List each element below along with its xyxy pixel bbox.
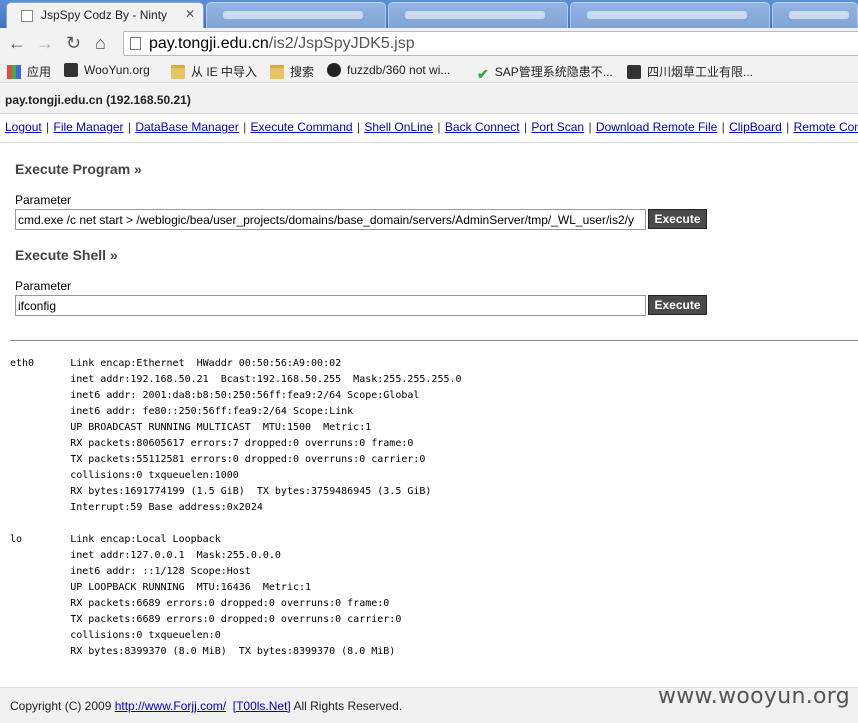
tab-active[interactable]: JspSpy Codz By - Ninty ✕ (6, 2, 204, 28)
wooyun-icon (64, 63, 78, 77)
execute-shell-title: Execute Shell » (15, 247, 118, 263)
forjj-link[interactable]: http://www.Forjj.com/ (115, 699, 226, 713)
t00ls-link[interactable]: [T00ls.Net] (233, 699, 291, 713)
tab-background[interactable] (206, 2, 386, 28)
host-bar: pay.tongji.edu.cn (192.168.50.21) (0, 84, 858, 114)
divider (0, 142, 858, 143)
bookmark-sap[interactable]: ✔ SAP管理系统隐患不... (477, 63, 613, 82)
menu-port-scan[interactable]: Port Scan (531, 120, 584, 134)
bookmark-apps[interactable]: 应用 (7, 63, 51, 80)
menu-clipboard[interactable]: ClipBoard (729, 120, 782, 134)
copyright-text: Copyright (C) 2009 http://www.Forjj.com/… (10, 699, 403, 713)
top-menu: Logout | File Manager | DataBase Manager… (5, 120, 858, 134)
apps-grid-icon (7, 65, 21, 79)
command-output: eth0 Link encap:Ethernet HWaddr 00:50:56… (10, 358, 462, 657)
browser-toolbar: ← → ↻ ⌂ pay.tongji.edu.cn/is2/JspSpyJDK5… (0, 28, 858, 59)
menu-file-manager[interactable]: File Manager (54, 120, 124, 134)
menu-database-manager[interactable]: DataBase Manager (135, 120, 238, 134)
tab-strip: JspSpy Codz By - Ninty ✕ (0, 0, 858, 28)
tab-background[interactable] (570, 2, 770, 28)
tab-background[interactable] (772, 2, 858, 28)
bookmark-wooyun[interactable]: WooYun.org (64, 63, 150, 77)
bookmarks-bar: 应用 WooYun.org 从 IE 中导入 搜索 fuzzdb/360 not… (0, 59, 858, 83)
host-info: pay.tongji.edu.cn (192.168.50.21) (5, 93, 191, 107)
url-text: pay.tongji.edu.cn/is2/JspSpyJDK5.jsp (149, 35, 415, 52)
menu-download-remote-file[interactable]: Download Remote File (596, 120, 717, 134)
bookmark-page-icon (627, 65, 641, 79)
bookmark-fuzzdb[interactable]: fuzzdb/360 not wi... (327, 63, 450, 77)
program-parameter-label: Parameter (15, 193, 72, 207)
bookmark-ie-import[interactable]: 从 IE 中导入 (171, 63, 257, 80)
back-icon[interactable]: ← (8, 32, 26, 54)
home-icon[interactable]: ⌂ (95, 32, 106, 54)
menu-remote-control[interactable]: Remote Cont (794, 120, 858, 134)
program-parameter-input[interactable] (15, 209, 646, 230)
menu-back-connect[interactable]: Back Connect (445, 120, 520, 134)
menu-execute-command[interactable]: Execute Command (251, 120, 353, 134)
menu-logout[interactable]: Logout (5, 120, 42, 134)
watermark: www.wooyun.org (657, 684, 850, 709)
tab-background[interactable] (388, 2, 568, 28)
menu-shell-online[interactable]: Shell OnLine (364, 120, 433, 134)
page-icon (130, 37, 141, 50)
folder-icon (171, 65, 185, 79)
execute-program-button[interactable]: Execute (648, 209, 707, 229)
forward-icon[interactable]: → (36, 32, 54, 54)
execute-shell-button[interactable]: Execute (648, 295, 707, 315)
check-icon: ✔ (477, 66, 489, 82)
output-divider (10, 340, 858, 341)
close-icon[interactable]: ✕ (185, 7, 195, 21)
bookmark-search[interactable]: 搜索 (270, 63, 314, 80)
address-bar[interactable]: pay.tongji.edu.cn/is2/JspSpyJDK5.jsp (123, 31, 858, 56)
github-icon (327, 63, 341, 77)
shell-parameter-label: Parameter (15, 279, 72, 293)
bookmark-sichuan[interactable]: 四川烟草工业有限... (627, 63, 753, 80)
tab-title: JspSpy Codz By - Ninty (41, 8, 168, 22)
folder-icon (270, 65, 284, 79)
page-icon (21, 10, 33, 22)
reload-icon[interactable]: ↻ (66, 32, 81, 54)
shell-parameter-input[interactable] (15, 295, 646, 316)
execute-program-title: Execute Program » (15, 161, 142, 177)
